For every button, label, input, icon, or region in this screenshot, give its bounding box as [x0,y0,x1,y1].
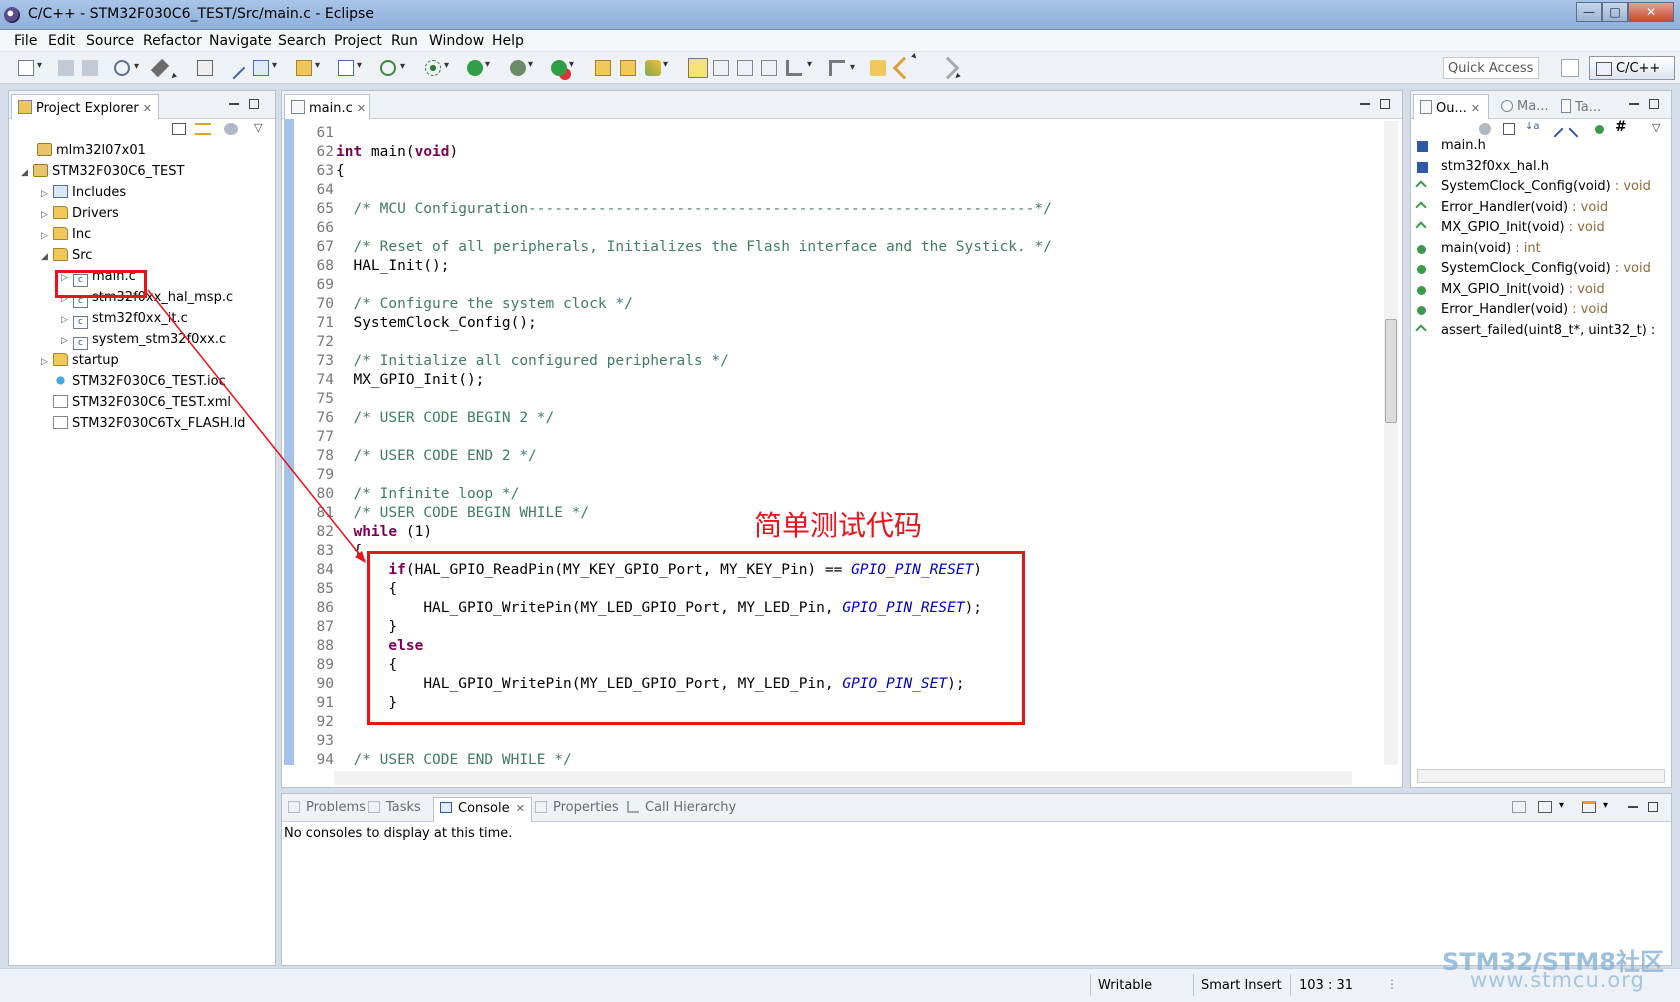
annotation-arrow [147,289,366,563]
annotation-arrow-line [147,289,365,561]
watermark-url: www.stmcu.org [1470,968,1645,992]
annotation-arrow-head [355,551,366,563]
annotation-box-main-c [55,270,147,298]
annotation-label: 简单测试代码 [754,509,923,542]
annotation-box-code [367,551,1025,725]
